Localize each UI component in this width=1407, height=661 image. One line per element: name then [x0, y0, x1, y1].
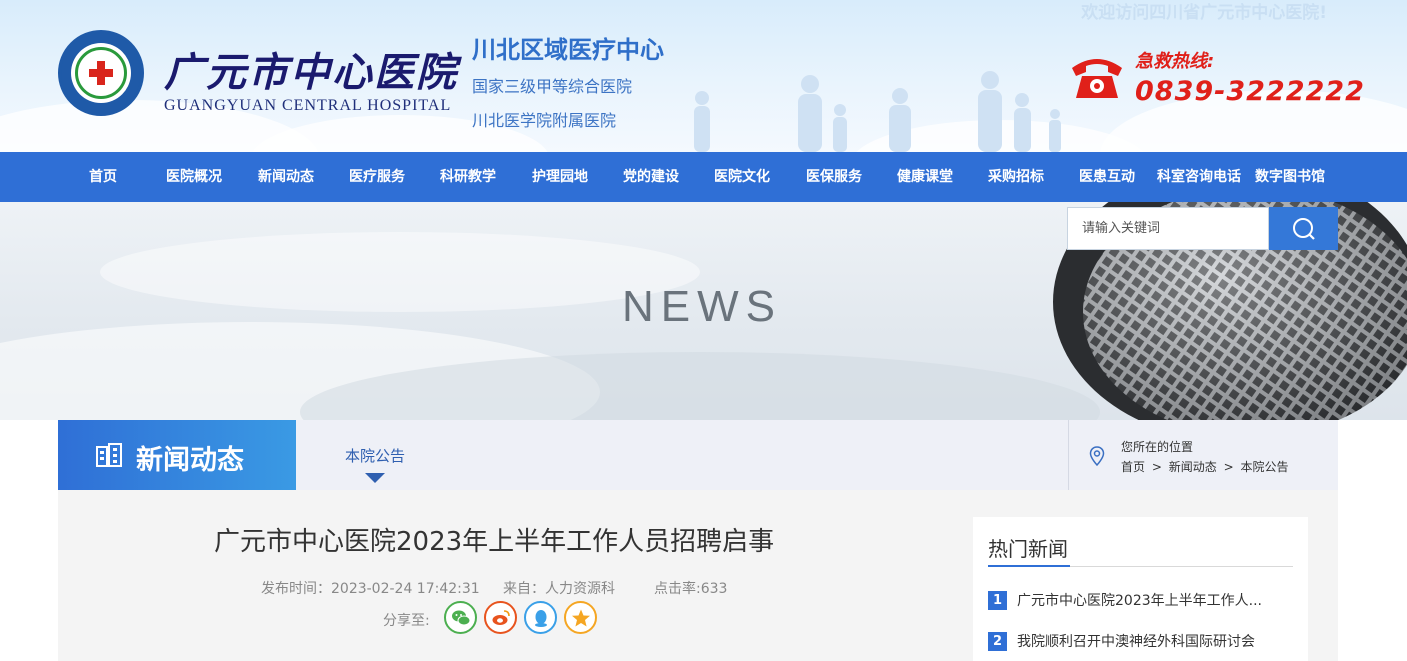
- search-button[interactable]: [1269, 207, 1338, 250]
- hospital-name-cn: 广元市中心医院: [164, 49, 458, 96]
- nav-item-research[interactable]: 科研教学: [440, 152, 496, 202]
- hotline-label: 急救热线:: [1135, 51, 1215, 72]
- location-box: [1068, 420, 1338, 490]
- star-icon: [572, 609, 590, 627]
- publish-time: 发布时间：2023-02-24 17:42:31: [261, 581, 480, 597]
- nav-item-health-class[interactable]: 健康课堂: [897, 152, 953, 202]
- nav-item-party[interactable]: 党的建设: [623, 152, 679, 202]
- hot-news-rank: 2: [988, 632, 1007, 651]
- share-favorite-button[interactable]: [564, 601, 597, 634]
- hot-news-title: 热门新闻: [988, 537, 1068, 561]
- search-input[interactable]: 请输入关键词: [1067, 207, 1269, 250]
- search-icon: [1293, 218, 1315, 240]
- nav-item-procurement[interactable]: 采购招标: [988, 152, 1044, 202]
- nav-item-nursing[interactable]: 护理园地: [532, 152, 588, 202]
- hot-news-item[interactable]: 我院顺利召开中澳神经外科国际研讨会: [1017, 631, 1255, 651]
- telephone-icon: [1072, 59, 1122, 98]
- hot-news-item[interactable]: 广元市中心医院2023年上半年工作人...: [1017, 590, 1262, 610]
- nav-item-interaction[interactable]: 医患互动: [1079, 152, 1135, 202]
- wechat-icon: [452, 610, 471, 626]
- building-icon: [96, 443, 122, 467]
- section-title-box: 新闻动态: [58, 420, 296, 490]
- tab-announcements[interactable]: 本院公告: [345, 445, 405, 466]
- location-pin-icon: [1089, 446, 1105, 466]
- qq-penguin-icon: [535, 610, 547, 627]
- breadcrumb-home[interactable]: 首页: [1121, 460, 1145, 474]
- divider-accent: [988, 565, 1070, 567]
- article-title: 广元市中心医院2023年上半年工作人员招聘启事: [214, 527, 775, 557]
- nav-item-library[interactable]: 数字图书馆: [1255, 152, 1325, 202]
- article-source: 来自：人力资源科: [503, 581, 615, 597]
- nav-item-medical-services[interactable]: 医疗服务: [349, 152, 405, 202]
- nav-item-insurance[interactable]: 医保服务: [806, 152, 862, 202]
- nav-item-news[interactable]: 新闻动态: [258, 152, 314, 202]
- hotline-number: 0839-3222222: [1135, 76, 1365, 107]
- banner-news-word: NEWS: [622, 282, 782, 331]
- breadcrumb-separator: >: [1223, 460, 1234, 474]
- breadcrumb-separator: >: [1151, 460, 1162, 474]
- share-label: 分享至:: [383, 613, 430, 629]
- breadcrumb: 首页 > 新闻动态 > 本院公告: [1121, 458, 1291, 475]
- click-count: 点击率:633: [654, 581, 728, 597]
- tab-active-indicator: [365, 473, 385, 483]
- section-title: 新闻动态: [136, 445, 244, 476]
- breadcrumb-news[interactable]: 新闻动态: [1169, 460, 1217, 474]
- share-wechat-button[interactable]: [444, 601, 477, 634]
- nav-item-overview[interactable]: 医院概况: [166, 152, 222, 202]
- share-weibo-button[interactable]: [484, 601, 517, 634]
- breadcrumb-announcements[interactable]: 本院公告: [1240, 460, 1288, 474]
- location-label: 您所在的位置: [1121, 440, 1194, 454]
- site-header: 广元市中心医院 GUANGYUAN CENTRAL HOSPITAL 川北区域医…: [0, 0, 1407, 152]
- hospital-logo[interactable]: [58, 30, 144, 116]
- weibo-icon: [492, 610, 510, 625]
- region-title: 川北区域医疗中心: [472, 36, 664, 64]
- hospital-name-en: GUANGYUAN CENTRAL HOSPITAL: [164, 97, 452, 114]
- hot-news-rank: 1: [988, 591, 1007, 610]
- region-subtitle-2: 川北医学院附属医院: [472, 111, 617, 130]
- region-subtitle-1: 国家三级甲等综合医院: [472, 77, 633, 96]
- nav-item-home[interactable]: 首页: [89, 152, 117, 202]
- nav-item-dept-phones[interactable]: 科室咨询电话: [1157, 152, 1241, 202]
- welcome-text: 欢迎访问四川省广元市中心医院!: [1081, 3, 1327, 23]
- main-nav: 首页 医院概况 新闻动态 医疗服务 科研教学 护理园地 党的建设 医院文化 医保…: [0, 152, 1407, 202]
- family-silhouette-icon: [694, 71, 1061, 152]
- share-qq-button[interactable]: [524, 601, 557, 634]
- nav-item-culture[interactable]: 医院文化: [714, 152, 770, 202]
- logo-emblem-icon: [71, 43, 131, 103]
